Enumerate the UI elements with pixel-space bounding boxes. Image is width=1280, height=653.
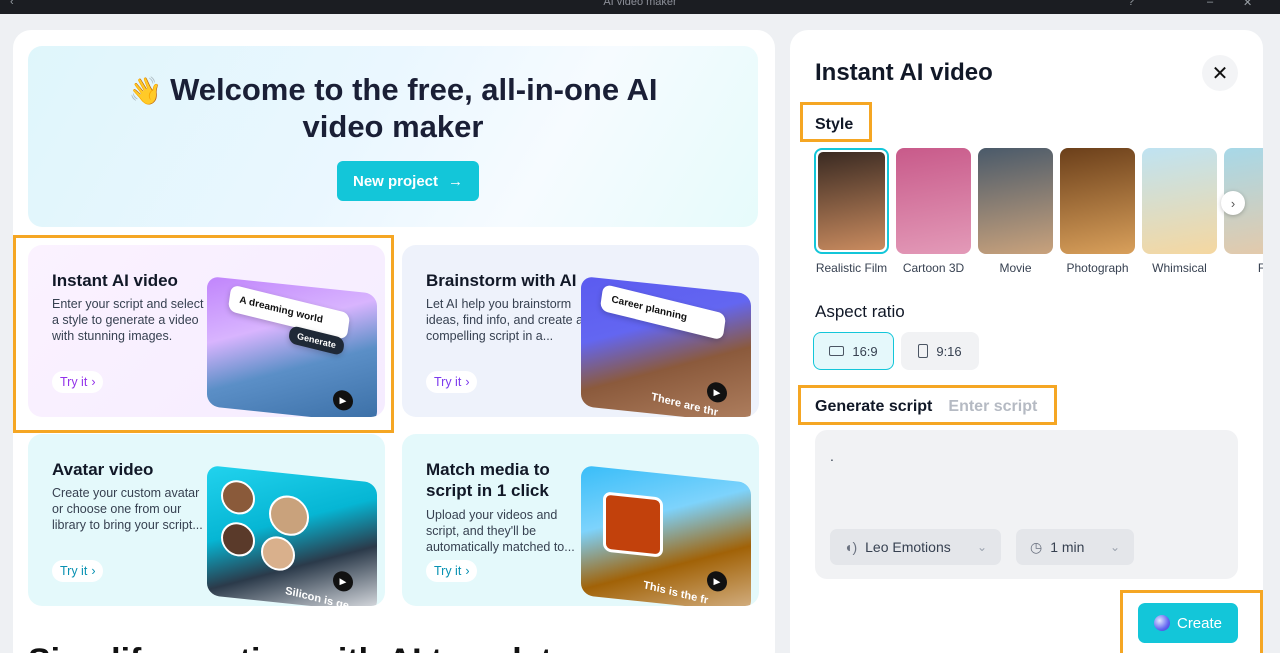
chevron-down-icon: ⌄ (976, 540, 987, 554)
window-title: AI video maker (603, 0, 677, 8)
style-name: Movie (999, 261, 1032, 275)
new-project-button[interactable]: New project → (337, 161, 479, 201)
style-thumbnail (978, 148, 1053, 254)
waving-hand-icon: 👋 (128, 76, 163, 106)
card-illustration: ▶ This is the fr (581, 465, 751, 606)
card-avatar-video[interactable]: Avatar video Create your custom avatar o… (28, 434, 385, 606)
window-titlebar: ‹ AI video maker ? – ✕ (0, 0, 1280, 14)
style-carousel: Realistic Film Cartoon 3D Movie Photograph W… (814, 148, 1263, 278)
welcome-banner: 👋 Welcome to the free, all-in-one AI video… (28, 46, 758, 227)
card-description: Let AI help you brainstorm ideas, find i… (426, 297, 584, 343)
try-it-button[interactable]: Try it › (52, 560, 104, 582)
card-title: Avatar video (52, 460, 154, 479)
voice-dropdown[interactable]: ◖) Leo Emotions ⌄ (830, 529, 1001, 565)
help-icon[interactable]: ? (1128, 0, 1134, 8)
clock-icon: ◷ (1030, 538, 1043, 555)
card-description: Create your custom avatar or choose one … (52, 486, 203, 532)
style-option-realistic-film[interactable]: Realistic Film (814, 148, 889, 275)
aspect-16-9-button[interactable]: 16:9 (813, 332, 894, 370)
minimize-icon[interactable]: – (1207, 0, 1213, 8)
play-icon: ▶ (333, 570, 353, 593)
avatar (269, 493, 309, 538)
avatar (221, 520, 255, 559)
aspect-ratio-label: Aspect ratio (815, 302, 905, 321)
chevron-right-icon[interactable]: › (1221, 191, 1245, 215)
style-option-cartoon-3d[interactable]: Cartoon 3D (896, 148, 971, 275)
style-name: F (1257, 261, 1263, 275)
style-label: Style (815, 116, 854, 133)
try-it-button[interactable]: Try it › (426, 560, 478, 582)
portrait-icon (918, 344, 929, 358)
style-name: Whimsical (1152, 261, 1207, 275)
instant-ai-video-panel: Instant AI video ✕ Style Realistic Film C… (790, 30, 1263, 653)
card-brainstorm-with-ai[interactable]: Brainstorm with AI Let AI help you brain… (402, 245, 759, 417)
style-option-movie[interactable]: Movie (978, 148, 1053, 275)
style-option-photograph[interactable]: Photograph (1060, 148, 1135, 275)
voice-icon: ◖) (844, 539, 858, 555)
card-illustration: ▶ Silicon is ge (207, 465, 377, 606)
tab-generate-script[interactable]: Generate script (815, 398, 932, 416)
card-title: Brainstorm with AI (426, 271, 577, 290)
welcome-title: 👋 Welcome to the free, all-in-one AI video… (128, 72, 658, 144)
card-match-media[interactable]: Match media to script in 1 click Upload … (402, 434, 759, 606)
card-description: Upload your videos and script, and they'… (426, 508, 575, 554)
chevron-down-icon: ⌄ (1109, 540, 1120, 554)
style-name: Photograph (1066, 261, 1129, 275)
avatar (221, 478, 255, 517)
style-thumbnail (1142, 148, 1217, 254)
try-it-button[interactable]: Try it › (426, 371, 478, 393)
highlight-instant-ai-card (13, 235, 394, 433)
card-illustration: Career planning ▶ There are thr (581, 276, 751, 417)
script-tabs: Generate script Enter script (815, 398, 1037, 416)
style-thumbnail (814, 148, 889, 254)
style-thumbnail (896, 148, 971, 254)
duration-dropdown[interactable]: ◷ 1 min ⌄ (1016, 529, 1134, 565)
aspect-9-16-button[interactable]: 9:16 (901, 332, 979, 370)
media-thumb (603, 491, 663, 558)
avatar (261, 534, 295, 573)
arrow-right-icon: → (448, 172, 464, 190)
close-window-icon[interactable]: ✕ (1243, 0, 1252, 9)
caption-text: This is the fr (642, 579, 709, 606)
prompt-pill: Career planning (599, 283, 727, 341)
script-input[interactable]: . ◖) Leo Emotions ⌄ ◷ 1 min ⌄ (815, 430, 1238, 579)
highlight-create (1120, 590, 1263, 653)
chevron-right-icon: › (465, 375, 470, 389)
style-option-whimsical[interactable]: Whimsical (1142, 148, 1217, 275)
chevron-right-icon: › (465, 564, 470, 578)
card-title: Match media to script in 1 click (426, 460, 550, 500)
chevron-right-icon: › (91, 564, 96, 578)
landscape-icon (829, 346, 845, 356)
play-icon: ▶ (707, 570, 727, 593)
play-icon: ▶ (707, 381, 727, 404)
tab-enter-script[interactable]: Enter script (948, 398, 1037, 416)
script-text: . (830, 448, 834, 464)
style-thumbnail (1060, 148, 1135, 254)
style-name: Cartoon 3D (902, 261, 965, 275)
panel-title: Instant AI video (815, 59, 993, 86)
templates-heading: Simplify creation with AI templates (28, 642, 590, 653)
close-icon[interactable]: ✕ (1202, 55, 1238, 91)
style-name: Realistic Film (815, 261, 888, 275)
